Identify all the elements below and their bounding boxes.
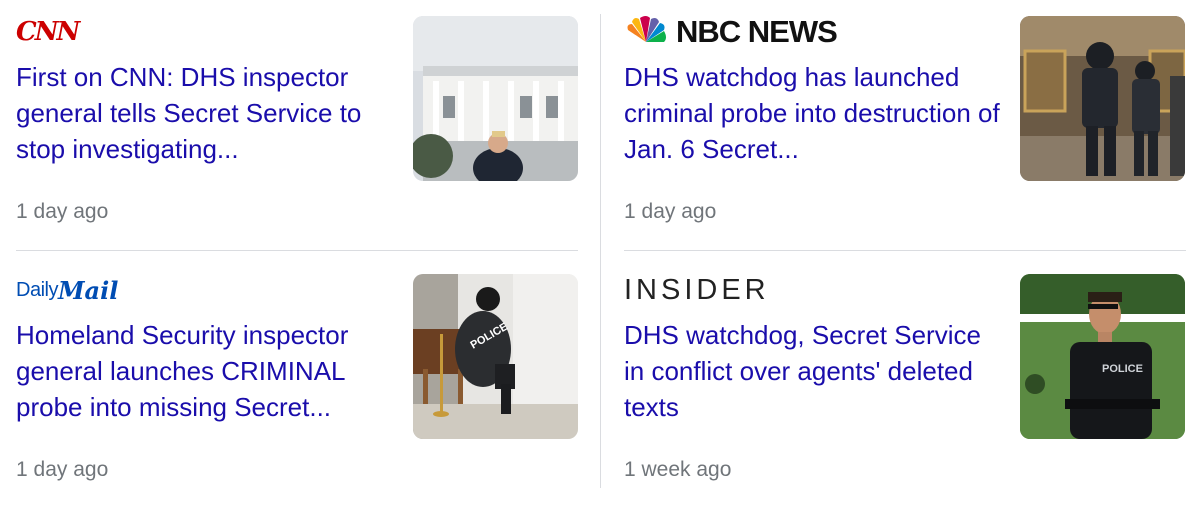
source-logo-cnn: CNN	[16, 14, 80, 50]
news-timestamp: 1 day ago	[16, 458, 109, 481]
capitol-rotunda-photo	[1020, 16, 1185, 181]
riot-police-photo: POLICE	[413, 274, 578, 439]
news-headline[interactable]: Homeland Security inspector general laun…	[16, 317, 396, 425]
daily-mail-logo-mail: Mail	[57, 275, 119, 305]
svg-text:POLICE: POLICE	[1102, 363, 1143, 375]
news-card-nbc[interactable]: NBC NEWS DHS watchdog has launched crimi…	[624, 14, 1186, 244]
nbc-logo-text: NBC NEWS	[676, 14, 838, 49]
news-card-daily-mail[interactable]: Daily Mail Homeland Security inspector g…	[16, 272, 578, 502]
horizontal-divider-left	[16, 250, 578, 251]
news-timestamp: 1 week ago	[624, 458, 732, 481]
news-thumbnail[interactable]	[413, 16, 578, 181]
news-card-insider[interactable]: INSIDER DHS watchdog, Secret Service in …	[624, 272, 1186, 502]
nbc-peacock-icon	[624, 15, 668, 49]
news-headline[interactable]: DHS watchdog, Secret Service in conflict…	[624, 317, 1004, 425]
insider-logo-text: INSIDER	[624, 273, 770, 306]
source-logo-insider: INSIDER	[624, 272, 770, 308]
horizontal-divider-right	[624, 250, 1186, 251]
news-timestamp: 1 day ago	[624, 200, 717, 223]
source-logo-nbc: NBC NEWS	[624, 14, 838, 50]
news-timestamp: 1 day ago	[16, 200, 109, 223]
news-thumbnail[interactable]	[1020, 16, 1185, 181]
white-house-photo	[413, 16, 578, 181]
vertical-divider	[600, 14, 601, 488]
news-headline[interactable]: First on CNN: DHS inspector general tell…	[16, 59, 396, 167]
news-thumbnail[interactable]: POLICE	[413, 274, 578, 439]
news-headline[interactable]: DHS watchdog has launched criminal probe…	[624, 59, 1004, 167]
news-thumbnail[interactable]: POLICE	[1020, 274, 1185, 439]
news-results-grid: CNN First on CNN: DHS inspector general …	[0, 0, 1200, 505]
secret-service-agent-photo: POLICE	[1020, 274, 1185, 439]
news-card-cnn[interactable]: CNN First on CNN: DHS inspector general …	[16, 14, 578, 244]
cnn-logo-text: CNN	[16, 17, 80, 47]
daily-mail-logo-daily: Daily	[16, 278, 58, 301]
source-logo-daily-mail: Daily Mail	[16, 272, 118, 308]
